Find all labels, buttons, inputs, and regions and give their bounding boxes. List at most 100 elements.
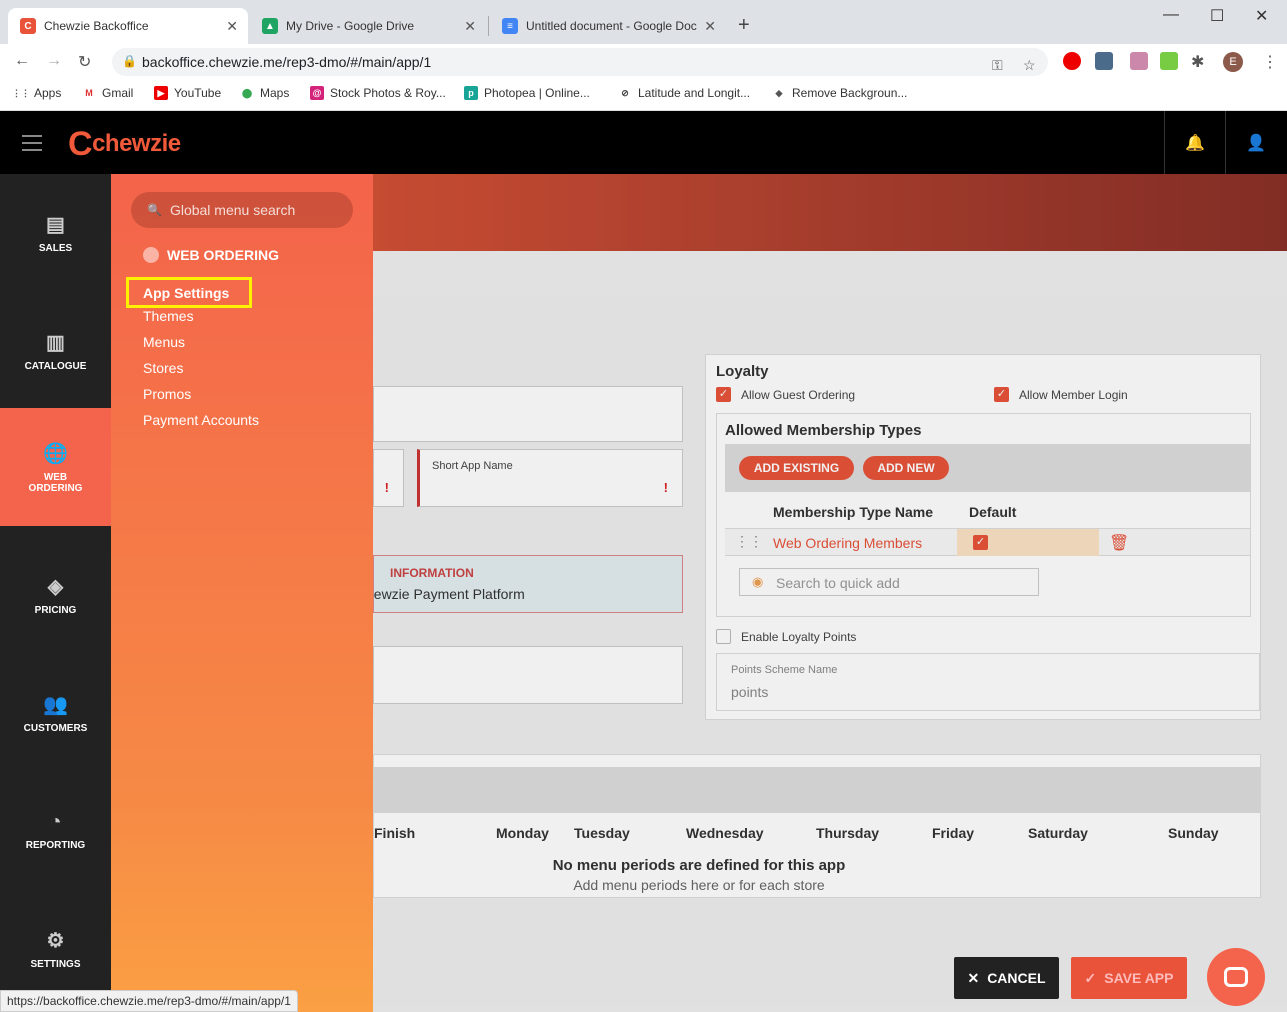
rail-item-pricing[interactable]: ◈ PRICING [0,536,111,654]
tab-google-docs[interactable]: ≡ Untitled document - Google Doc ✕ [490,8,726,44]
bookmark-label: Stock Photos & Roy... [330,86,446,100]
kebab-menu-icon[interactable]: ⋮ [1262,52,1278,72]
bookmark-star-icon[interactable]: ☆ [1023,57,1036,74]
bookmark-gmail[interactable]: M Gmail [82,86,133,100]
user-account-icon[interactable]: 👤 [1225,111,1286,174]
bookmark-maps[interactable]: ⬤ Maps [240,86,289,100]
minimize-icon[interactable]: — [1163,6,1179,24]
bookmark-remove-bg[interactable]: ◆ Remove Backgroun... [772,86,908,100]
browser-tab-bar: C Chewzie Backoffice ✕ ▲ My Drive - Goog… [0,0,1287,44]
pricing-icon: ◈ [47,576,64,598]
bookmark-label: Apps [34,86,62,100]
tab-google-drive[interactable]: ▲ My Drive - Google Drive ✕ [250,8,486,44]
bookmarks-bar: ⋮⋮ Apps M Gmail ▶ YouTube ⬤ Maps @ Stock Phot… [0,80,1287,111]
logo-text: chewzie [92,130,181,157]
back-icon[interactable]: ← [14,52,30,70]
bookmark-stock-photos[interactable]: @ Stock Photos & Roy... [310,86,446,100]
rail-item-web-ordering[interactable]: 🌐 WEB ORDERING [0,408,111,526]
bookmark-label: Maps [260,86,290,100]
tab-title: Chewzie Backoffice [44,19,149,33]
profile-avatar[interactable]: E [1223,52,1243,72]
menu-item-stores[interactable]: Stores [143,360,183,376]
pie-chart-icon: ◔ [49,811,62,833]
menu-item-app-settings[interactable]: App Settings [126,277,252,308]
reload-icon[interactable]: ↻ [78,52,91,72]
close-x-icon: ✕ [967,969,980,986]
save-app-button[interactable]: ✓ SAVE APP [1071,957,1187,999]
flyout-section-header: WEB ORDERING [143,247,279,263]
chewzie-logo[interactable]: Cchewzie [68,125,181,164]
stock-photos-icon: @ [310,86,324,100]
rail-label: WEB ORDERING [28,471,83,494]
tab-title: Untitled document - Google Doc [526,19,697,33]
opera-extension-icon[interactable] [1063,52,1081,70]
rail-label: CUSTOMERS [23,723,88,734]
menu-item-themes[interactable]: Themes [143,308,194,324]
maximize-icon[interactable]: ☐ [1210,6,1224,26]
extension-icon[interactable] [1130,52,1148,70]
docs-favicon-icon: ≡ [502,18,518,34]
forward-icon[interactable]: → [46,52,62,70]
rail-item-sales[interactable]: ▤ SALES [0,174,111,292]
save-label: SAVE APP [1104,970,1174,986]
globe-icon [143,247,159,263]
bookmark-label: Photopea | Online... [484,86,590,100]
check-icon: ✓ [1084,969,1097,986]
bookmark-label: YouTube [174,86,222,100]
menu-item-menus[interactable]: Menus [143,334,185,350]
drive-favicon-icon: ▲ [262,18,278,34]
screen-extension-icon[interactable] [1095,52,1113,70]
menu-item-promos[interactable]: Promos [143,386,191,402]
app-header: Cchewzie 🔔 👤 [0,111,1287,174]
cancel-label: CANCEL [987,970,1046,986]
rail-item-customers[interactable]: 👥 CUSTOMERS [0,654,111,772]
sales-icon: ▤ [46,214,65,236]
chat-launcher-icon[interactable] [1207,948,1265,1006]
apps-grid-icon: ⋮⋮ [12,87,30,98]
rail-item-catalogue[interactable]: ▥ CATALOGUE [0,292,111,410]
tab-title: My Drive - Google Drive [286,19,415,33]
tab-chewzie[interactable]: C Chewzie Backoffice ✕ [8,8,248,44]
url-text: backoffice.chewzie.me/rep3-dmo/#/main/ap… [142,54,432,70]
search-icon: 🔍 [147,203,162,217]
customers-icon: 👥 [43,694,68,716]
rail-label: REPORTING [25,840,86,851]
bookmark-label: Gmail [102,86,134,100]
bookmark-photopea[interactable]: p Photopea | Online... [464,86,590,100]
catalogue-icon: ▥ [46,332,65,354]
hamburger-menu-icon[interactable] [22,135,42,156]
new-tab-icon[interactable]: + [738,14,750,37]
rail-label: SETTINGS [30,959,81,970]
youtube-icon: ▶ [154,86,168,100]
close-window-icon[interactable]: ✕ [1255,6,1268,26]
menu-item-payment-accounts[interactable]: Payment Accounts [143,412,259,428]
maps-pin-icon: ⬤ [241,87,253,98]
rail-label: SALES [38,243,73,254]
section-label: WEB ORDERING [167,247,279,263]
photopea-icon: p [464,86,478,100]
notification-bell-icon[interactable]: 🔔 [1164,111,1225,174]
key-icon[interactable]: ⚿ [992,57,1003,74]
rail-label: CATALOGUE [24,361,87,372]
bookmark-youtube[interactable]: ▶ YouTube [154,86,221,100]
search-placeholder: Global menu search [169,202,296,218]
close-tab-icon[interactable]: ✕ [704,18,716,35]
close-tab-icon[interactable]: ✕ [226,18,238,35]
chewzie-favicon-icon: C [20,18,36,34]
bookmark-apps[interactable]: ⋮⋮ Apps [12,86,62,100]
bookmark-latitude[interactable]: ⊘ Latitude and Longit... [618,86,750,100]
close-tab-icon[interactable]: ✕ [464,18,476,35]
global-menu-search-input[interactable]: 🔍 Global menu search [131,192,353,228]
address-bar[interactable]: 🔒 backoffice.chewzie.me/rep3-dmo/#/main/… [112,48,1048,76]
bookmark-label: Latitude and Longit... [638,86,751,100]
image-extension-icon[interactable] [1160,52,1178,70]
tab-separator [488,16,489,36]
rail-item-reporting[interactable]: ◔ REPORTING [0,772,111,890]
left-rail-nav: ▤ SALES ▥ CATALOGUE 🌐 WEB ORDERING ◈ PRICING… [0,174,111,1012]
gear-icon: ⚙ [46,930,65,952]
compass-icon: ⊘ [621,87,629,98]
puzzle-extensions-icon[interactable]: ✱ [1191,52,1209,71]
status-bar-url: https://backoffice.chewzie.me/rep3-dmo/#… [0,990,298,1012]
layers-icon: ◆ [775,87,783,98]
cancel-button[interactable]: ✕ CANCEL [954,957,1059,999]
